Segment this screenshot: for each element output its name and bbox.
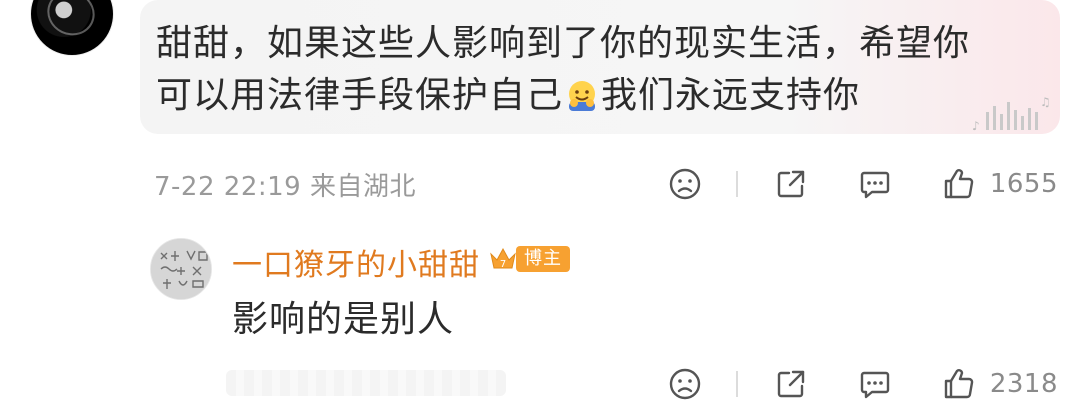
comment-meta: 7-22 22:19 来自湖北 1655 bbox=[154, 164, 1058, 204]
comment-timestamp: 7-22 22:19 来自湖北 bbox=[154, 171, 416, 202]
like-count: 2318 bbox=[989, 369, 1058, 399]
divider bbox=[735, 371, 738, 397]
comment-text-line-2-suffix: 我们永远支持你 bbox=[601, 75, 861, 116]
hug-emoji bbox=[569, 81, 596, 111]
avatar-image bbox=[151, 239, 211, 299]
reply-author-name[interactable]: 一口獠牙的小甜甜 bbox=[232, 240, 480, 284]
reply-timestamp-blurred bbox=[226, 370, 506, 396]
comment-text: 甜甜，如果这些人影响到了你的现实生活，希望你 可以用法律手段保护自己 我们永远支… bbox=[156, 18, 1060, 122]
reply-actions: 2318 bbox=[668, 364, 1058, 404]
author-badge-label: 博主 bbox=[516, 246, 570, 272]
share-icon[interactable] bbox=[774, 367, 808, 401]
thumbs-up-icon[interactable] bbox=[942, 367, 976, 401]
comment-text-line-2-prefix: 可以用法律手段保护自己 bbox=[156, 75, 564, 116]
comment-icon[interactable] bbox=[858, 167, 892, 201]
comment-thread: 甜甜，如果这些人影响到了你的现实生活，希望你 可以用法律手段保护自己 我们永远支… bbox=[0, 0, 1088, 419]
share-icon[interactable] bbox=[774, 167, 808, 201]
like-count: 1655 bbox=[989, 169, 1058, 199]
badge-level: 7 bbox=[500, 259, 506, 270]
reply-text: 影响的是别人 bbox=[232, 299, 455, 340]
author-badge: 7 博主 bbox=[488, 244, 570, 274]
avatar[interactable] bbox=[150, 238, 212, 300]
svg-text:♫: ♫ bbox=[1040, 95, 1051, 109]
comment-text-line-2: 可以用法律手段保护自己 我们永远支持你 bbox=[156, 70, 1060, 122]
music-decoration-icon: ♫ ♪ bbox=[972, 95, 1051, 133]
svg-text:♪: ♪ bbox=[972, 119, 980, 133]
frown-icon[interactable] bbox=[668, 367, 702, 401]
comment-actions: 1655 bbox=[668, 164, 1058, 204]
comment-icon[interactable] bbox=[858, 367, 892, 401]
comment-bubble: 甜甜，如果这些人影响到了你的现实生活，希望你 可以用法律手段保护自己 我们永远支… bbox=[140, 0, 1060, 134]
frown-icon[interactable] bbox=[668, 167, 702, 201]
avatar[interactable] bbox=[30, 0, 114, 56]
comment-text-line-1: 甜甜，如果这些人影响到了你的现实生活，希望你 bbox=[156, 23, 971, 64]
crown-icon: 7 bbox=[490, 247, 516, 270]
thumbs-up-icon[interactable] bbox=[942, 167, 976, 201]
reply-meta: 2318 bbox=[154, 364, 1058, 404]
divider bbox=[735, 171, 738, 197]
